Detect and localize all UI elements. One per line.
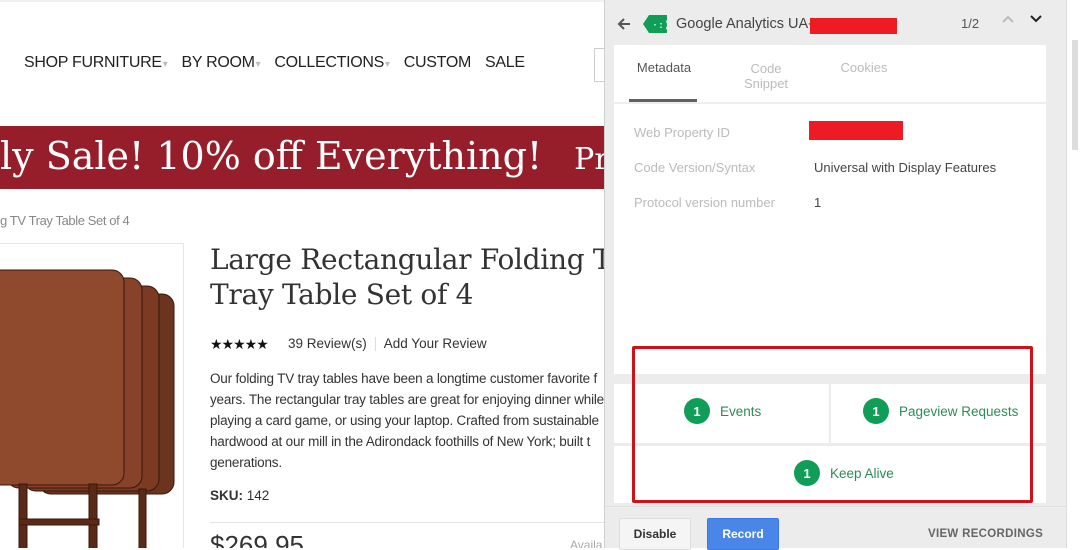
add-review-link[interactable]: Add Your Review xyxy=(384,336,487,351)
banner-text: ly Sale! 10% off Everything! xyxy=(0,134,543,178)
protocol-version-label: Protocol version number xyxy=(634,195,775,210)
web-property-id-label: Web Property ID xyxy=(634,125,730,140)
chevron-down-icon[interactable] xyxy=(1029,14,1043,24)
sku-value: 142 xyxy=(246,488,270,503)
divider xyxy=(374,337,376,352)
reviews: 39 Review(s) Add Your Review xyxy=(288,336,487,352)
breadcrumb[interactable]: g TV Tray Table Set of 4 xyxy=(0,213,130,228)
divider xyxy=(605,506,1066,507)
description-line: playing a card game, or using your lapto… xyxy=(210,413,599,428)
search-input[interactable] xyxy=(594,48,604,82)
sale-banner[interactable]: ly Sale! 10% off Everything! Pron xyxy=(0,126,604,189)
scrollbar-thumb[interactable] xyxy=(1072,40,1078,150)
record-button[interactable]: Record xyxy=(707,518,779,550)
nav-item[interactable]: SHOP FURNITURE▾ xyxy=(24,54,168,72)
disable-button[interactable]: Disable xyxy=(619,518,691,550)
main-nav: SHOP FURNITURE▾ BY ROOM▾ COLLECTIONS▾ CUSTO… xyxy=(24,54,525,72)
view-recordings-link[interactable]: VIEW RECORDINGS xyxy=(928,528,1043,540)
nav-item[interactable]: COLLECTIONS▾ xyxy=(274,54,390,72)
redacted-id xyxy=(810,18,897,34)
code-version-value: Universal with Display Features xyxy=(814,160,997,175)
caret-down-icon: ▾ xyxy=(255,59,261,70)
sku-label: SKU: xyxy=(210,488,243,503)
tab-code-snippet[interactable]: Code Snippet xyxy=(736,61,796,91)
availability: Availa xyxy=(570,538,603,548)
description-line: years. The rectangular tray tables are g… xyxy=(210,392,604,407)
caret-down-icon: ▾ xyxy=(162,59,168,70)
star-rating: ★★★★★ xyxy=(210,336,269,352)
tab-metadata[interactable]: Metadata xyxy=(636,60,692,75)
tray-table-image xyxy=(0,269,175,548)
tag-icon: ·:) xyxy=(643,15,668,33)
caret-down-icon: ▾ xyxy=(385,59,390,70)
description-line: hardwood at our mill in the Adirondack f… xyxy=(210,434,591,449)
price: $269.95 xyxy=(210,530,304,548)
nav-label: SALE xyxy=(485,54,525,71)
highlight-box xyxy=(632,346,1033,503)
pager: 1/2 xyxy=(961,16,980,31)
product-description: Our folding TV tray tables have been a l… xyxy=(210,368,604,473)
banner-promo: Pron xyxy=(574,142,604,177)
product-title: Large Rectangular Folding T Tray Table Se… xyxy=(210,242,604,312)
description-line: generations. xyxy=(210,455,282,470)
web-property-id-value-redacted xyxy=(809,121,903,140)
tab-cookies[interactable]: Cookies xyxy=(834,60,894,75)
protocol-version-value: 1 xyxy=(814,195,822,210)
nav-item[interactable]: BY ROOM▾ xyxy=(181,54,260,72)
nav-item[interactable]: SALE xyxy=(485,54,525,72)
nav-label: CUSTOM xyxy=(403,54,472,71)
title-line: Large Rectangular Folding T xyxy=(210,243,604,276)
chevron-up-icon[interactable] xyxy=(1001,14,1015,24)
description-line: Our folding TV tray tables have been a l… xyxy=(210,371,598,386)
svg-text:·:): ·:) xyxy=(652,20,668,31)
back-arrow-icon[interactable] xyxy=(616,16,632,32)
reviews-link[interactable]: 39 Review(s) xyxy=(288,336,367,351)
title-line: Tray Table Set of 4 xyxy=(210,278,474,311)
nav-label: COLLECTIONS xyxy=(274,54,385,71)
nav-label: BY ROOM xyxy=(181,54,255,71)
panel-title: Google Analytics UA- xyxy=(676,16,814,32)
divider xyxy=(0,0,604,2)
website: SHOP FURNITURE▾ BY ROOM▾ COLLECTIONS▾ CUSTO… xyxy=(0,0,604,548)
product-image[interactable] xyxy=(0,243,184,548)
nav-item[interactable]: CUSTOM xyxy=(403,54,472,72)
sku: SKU: 142 xyxy=(210,488,269,503)
nav-label: SHOP FURNITURE xyxy=(24,54,162,71)
divider xyxy=(210,522,604,523)
code-version-label: Code Version/Syntax xyxy=(634,160,756,175)
divider xyxy=(614,102,1046,104)
